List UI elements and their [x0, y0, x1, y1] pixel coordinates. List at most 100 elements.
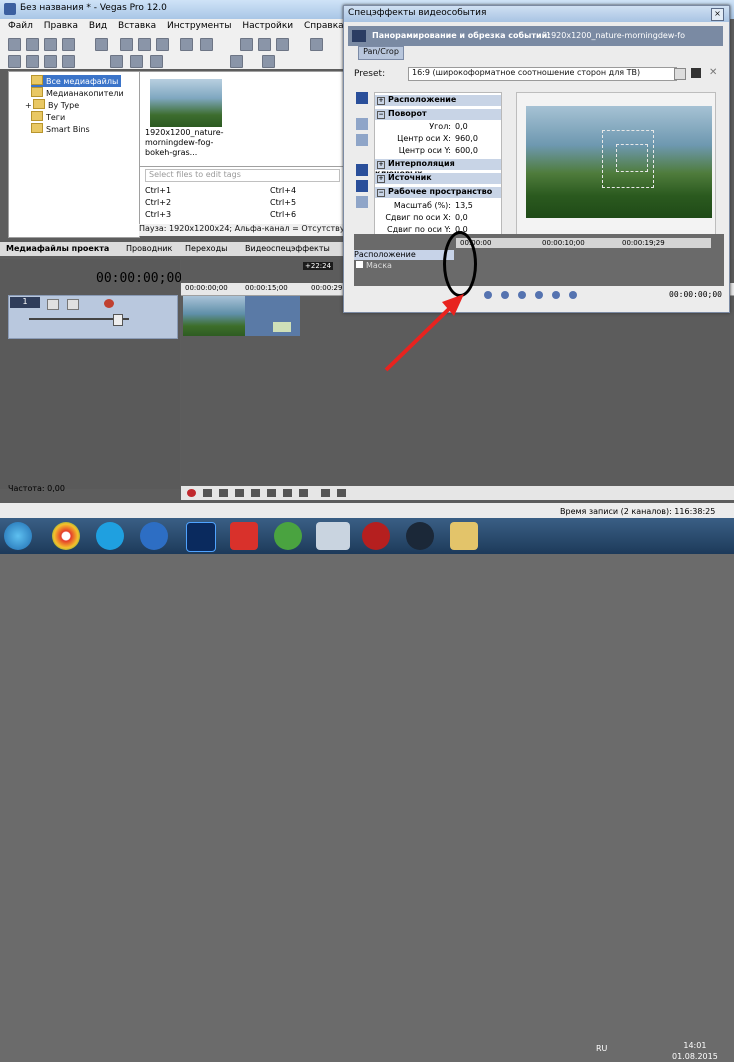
language-indicator[interactable]: RU — [596, 1044, 607, 1053]
add-keyframe-icon[interactable] — [552, 291, 560, 299]
steam-icon[interactable] — [406, 522, 434, 550]
views-icon[interactable] — [230, 55, 243, 68]
clock[interactable]: 14:01 01.08.2015 — [672, 1040, 718, 1062]
app-icon[interactable] — [362, 522, 390, 550]
prop-value[interactable]: 13,5 — [455, 201, 473, 210]
tree-item-tags[interactable]: Теги — [31, 111, 65, 123]
menu-options[interactable]: Настройки — [242, 21, 293, 31]
section-rotation[interactable]: − Поворот — [375, 109, 501, 120]
tab-project-media[interactable]: Медиафайлы проекта — [6, 244, 109, 253]
move-icon[interactable] — [356, 196, 368, 208]
new-project-icon[interactable] — [8, 38, 21, 51]
last-keyframe-icon[interactable] — [535, 291, 543, 299]
ccleaner-icon[interactable] — [230, 522, 258, 550]
next-keyframe-icon[interactable] — [518, 291, 526, 299]
save-icon[interactable] — [44, 38, 57, 51]
go-to-start-icon[interactable] — [283, 489, 292, 497]
render-icon[interactable] — [95, 38, 108, 51]
delete-preset-icon[interactable]: ✕ — [709, 68, 719, 78]
tree-item-media-storage[interactable]: Медианакопители — [31, 87, 124, 99]
menu-help[interactable]: Справка — [304, 21, 344, 31]
vegas-taskbar-icon[interactable] — [316, 522, 350, 550]
play-from-start-icon[interactable] — [219, 489, 228, 497]
collapse-minus-icon[interactable]: − — [377, 111, 385, 119]
record-icon[interactable] — [187, 489, 196, 497]
go-to-end-icon[interactable] — [299, 489, 308, 497]
video-event-clip[interactable] — [183, 296, 245, 336]
bin-icon[interactable] — [150, 55, 163, 68]
folder-icon[interactable] — [450, 522, 478, 550]
expand-plus-icon[interactable]: + — [25, 101, 32, 110]
next-frame-icon[interactable] — [337, 489, 346, 497]
section-source[interactable]: + Источник — [375, 173, 501, 184]
solo-icon[interactable] — [67, 299, 79, 310]
section-workspace[interactable]: − Рабочее пространство — [375, 187, 501, 198]
mask-checkbox[interactable]: Маска — [356, 261, 392, 270]
tree-item-all-media[interactable]: Все медиафайлы — [31, 75, 122, 87]
envelope-tool-icon[interactable] — [258, 38, 271, 51]
first-keyframe-icon[interactable] — [484, 291, 492, 299]
prop-value[interactable]: 600,0 — [455, 146, 478, 155]
prop-value[interactable]: 0,0 — [455, 122, 468, 131]
section-position[interactable]: + Расположение — [375, 95, 501, 106]
tab-video-fx[interactable]: Видеоспецэффекты — [245, 244, 330, 253]
photoshop-icon[interactable] — [186, 522, 216, 552]
expand-plus-icon[interactable]: + — [377, 175, 385, 183]
delete-keyframe-icon[interactable] — [569, 291, 577, 299]
checkbox-icon[interactable] — [356, 261, 363, 268]
pointer-tool-icon[interactable] — [356, 118, 368, 130]
normal-edit-tool-icon[interactable] — [356, 92, 368, 104]
prop-value[interactable]: 960,0 — [455, 134, 478, 143]
event-pan-crop-icon[interactable] — [273, 322, 291, 332]
media-fx-icon[interactable] — [130, 55, 143, 68]
expand-plus-icon[interactable]: + — [377, 97, 385, 105]
crop-inner-frame[interactable] — [616, 144, 648, 172]
help-icon[interactable] — [310, 38, 323, 51]
up-folder-icon[interactable] — [8, 55, 21, 68]
chrome-icon[interactable] — [52, 522, 80, 550]
prev-keyframe-icon[interactable] — [501, 291, 509, 299]
import-icon[interactable] — [26, 55, 39, 68]
menu-insert[interactable]: Вставка — [118, 21, 156, 31]
undo-icon[interactable] — [180, 38, 193, 51]
video-event-clip-tail[interactable] — [245, 296, 300, 336]
keyframe-ruler[interactable]: 00:00:00 00:00:10;00 00:00:19;29 — [456, 238, 711, 248]
collapse-minus-icon[interactable]: − — [377, 189, 385, 197]
expand-plus-icon[interactable]: + — [377, 161, 385, 169]
tab-explorer[interactable]: Проводник — [126, 244, 172, 253]
tab-pan-crop[interactable]: Pan/Crop — [358, 46, 404, 60]
redo-icon[interactable] — [200, 38, 213, 51]
tree-item-smart-bins[interactable]: Smart Bins — [31, 123, 90, 135]
save-preset-icon[interactable] — [691, 68, 701, 78]
menu-tools[interactable]: Инструменты — [167, 21, 231, 31]
app-icon[interactable] — [140, 522, 168, 550]
keyframe-track-label[interactable]: Расположение — [354, 250, 454, 260]
track-fx-icon[interactable] — [104, 299, 114, 308]
mute-icon[interactable] — [47, 299, 59, 310]
close-icon[interactable]: × — [711, 8, 724, 21]
section-interpolation[interactable]: +Интерполяция ключевых — [375, 159, 501, 178]
search-icon[interactable] — [262, 55, 275, 68]
chevron-down-icon[interactable] — [674, 68, 686, 80]
get-media-icon[interactable] — [62, 55, 75, 68]
tab-transitions[interactable]: Переходы — [185, 244, 227, 253]
normal-edit-tool-icon[interactable] — [240, 38, 253, 51]
stop-icon[interactable] — [267, 489, 276, 497]
skype-icon[interactable] — [96, 522, 124, 550]
aspect-icon[interactable] — [356, 180, 368, 192]
remove-icon[interactable] — [110, 55, 123, 68]
capture-icon[interactable] — [44, 55, 57, 68]
app-icon[interactable] — [274, 522, 302, 550]
tag-input[interactable]: Select files to edit tags — [145, 169, 340, 182]
pause-icon[interactable] — [251, 489, 260, 497]
menu-file[interactable]: Файл — [8, 21, 33, 31]
paste-icon[interactable] — [156, 38, 169, 51]
preset-select[interactable]: 16:9 (широкоформатное соотношение сторон… — [408, 67, 677, 81]
menu-view[interactable]: Вид — [89, 21, 107, 31]
zoom-tool-icon[interactable] — [356, 134, 368, 146]
properties-icon[interactable] — [62, 38, 75, 51]
menu-edit[interactable]: Правка — [44, 21, 78, 31]
preview-image[interactable] — [526, 106, 712, 218]
level-slider-thumb[interactable] — [113, 314, 123, 326]
prev-frame-icon[interactable] — [321, 489, 330, 497]
